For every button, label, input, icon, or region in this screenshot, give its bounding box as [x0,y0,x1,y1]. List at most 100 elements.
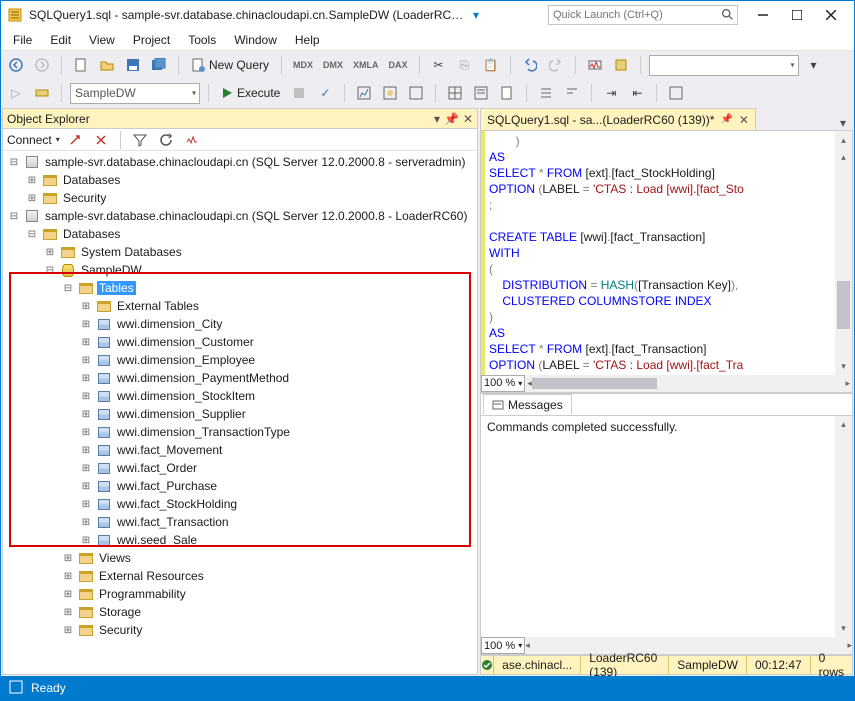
database-dropdown[interactable]: ▾ [70,83,200,104]
table-node[interactable]: wwi.dimension_Customer [3,333,477,351]
expand-toggle[interactable] [79,391,93,402]
expand-toggle[interactable] [79,463,93,474]
menu-edit[interactable]: Edit [42,31,79,49]
expand-toggle[interactable] [25,193,39,204]
mdx-button[interactable]: MDX [290,54,316,76]
filter-icon[interactable] [129,129,151,151]
databases-folder[interactable]: Databases [3,171,477,189]
connect-icon[interactable] [64,129,86,151]
expand-toggle[interactable] [61,571,75,582]
menu-view[interactable]: View [81,31,123,49]
uncomment-button[interactable] [561,82,583,104]
object-explorer-titlebar[interactable]: Object Explorer ▾ 📌 ✕ [3,109,477,129]
expand-toggle[interactable] [79,373,93,384]
db-folder[interactable]: Security [3,621,477,639]
refresh-icon[interactable] [155,129,177,151]
comment-button[interactable] [535,82,557,104]
expand-toggle[interactable] [79,499,93,510]
expand-toggle[interactable] [25,229,39,240]
stop-button[interactable] [288,82,310,104]
messages-tab[interactable]: Messages [483,394,572,414]
activity-icon[interactable] [181,129,203,151]
document-tab[interactable]: SQLQuery1.sql - sa...(LoaderRC60 (139))*… [480,108,756,130]
save-all-button[interactable] [148,54,170,76]
expand-toggle[interactable] [79,481,93,492]
expand-toggle[interactable] [79,319,93,330]
undo-button[interactable] [519,54,541,76]
quick-launch-input[interactable] [548,5,738,25]
scroll-split-icon[interactable]: ▴ [835,131,852,148]
results-grid-button[interactable] [444,82,466,104]
cut-button[interactable]: ✂ [428,54,450,76]
save-button[interactable] [122,54,144,76]
expand-toggle[interactable] [61,607,75,618]
copy-button[interactable]: ⎘ [454,54,476,76]
activity-monitor-button[interactable] [584,54,606,76]
expand-toggle[interactable] [7,211,21,222]
messages-body[interactable]: Commands completed successfully. [481,416,835,638]
table-node[interactable]: wwi.fact_Order [3,459,477,477]
open-file-button[interactable] [96,54,118,76]
table-node[interactable]: wwi.dimension_TransactionType [3,423,477,441]
expand-toggle[interactable] [43,247,57,258]
expand-toggle[interactable] [25,175,39,186]
expand-toggle[interactable] [61,625,75,636]
object-explorer-tree[interactable]: sample-svr.database.chinacloudapi.cn (SQ… [3,151,477,674]
xmla-button[interactable]: XMLA [350,54,382,76]
sql-editor[interactable]: ) AS SELECT * FROM [ext].[fact_StockHold… [480,130,853,393]
menu-project[interactable]: Project [125,31,178,49]
table-node[interactable]: wwi.dimension_City [3,315,477,333]
launch-dropdown-icon[interactable]: ▾ [473,8,479,22]
table-node[interactable]: wwi.dimension_Supplier [3,405,477,423]
specify-template-button[interactable] [665,82,687,104]
db-folder[interactable]: Storage [3,603,477,621]
parse-button[interactable]: ✓ [314,82,336,104]
include-plan-button[interactable] [353,82,375,104]
dax-button[interactable]: DAX [386,54,411,76]
redo-button[interactable] [545,54,567,76]
results-text-button[interactable] [470,82,492,104]
expand-toggle[interactable] [61,283,75,294]
messages-zoom-dropdown[interactable]: 100 %▾ [481,637,525,654]
pin-icon[interactable]: 📌 [720,114,732,125]
table-node[interactable]: wwi.dimension_Employee [3,351,477,369]
change-connection-button[interactable] [31,82,53,104]
expand-toggle[interactable] [61,553,75,564]
table-node[interactable]: wwi.fact_Movement [3,441,477,459]
messages-scrollbar[interactable]: ▴ ▾ [835,416,852,638]
paste-button[interactable]: 📋 [480,54,502,76]
connect-label[interactable]: Connect [7,133,52,147]
table-node[interactable]: wwi.fact_Purchase [3,477,477,495]
maximize-button[interactable] [780,4,814,26]
table-node[interactable]: wwi.dimension_PaymentMethod [3,369,477,387]
expand-toggle[interactable] [79,445,93,456]
vertical-scrollbar[interactable]: ▴ ▴ ▾ [835,131,852,375]
tables-folder[interactable]: Tables [3,279,477,297]
menu-help[interactable]: Help [287,31,328,49]
expand-toggle[interactable] [7,157,21,168]
find-button[interactable]: ▾ [803,54,825,76]
close-panel-icon[interactable]: ✕ [463,112,473,126]
minimize-button[interactable] [746,4,780,26]
expand-toggle[interactable] [79,301,93,312]
menu-window[interactable]: Window [226,31,285,49]
expand-toggle[interactable] [79,427,93,438]
expand-toggle[interactable] [79,337,93,348]
db-folder[interactable]: Views [3,549,477,567]
system-databases-folder[interactable]: System Databases [3,243,477,261]
dmx-button[interactable]: DMX [320,54,346,76]
expand-toggle[interactable] [79,409,93,420]
table-node[interactable]: wwi.fact_Transaction [3,513,477,531]
pin-icon[interactable]: 📌 [444,112,459,126]
outdent-button[interactable]: ⇤ [626,82,648,104]
security-folder[interactable]: Security [3,189,477,207]
db-folder[interactable]: External Resources [3,567,477,585]
database-node[interactable]: SampleDW [3,261,477,279]
expand-toggle[interactable] [79,517,93,528]
db-folder[interactable]: Programmability [3,585,477,603]
new-file-button[interactable] [70,54,92,76]
estimated-plan-button[interactable] [379,82,401,104]
server-node[interactable]: sample-svr.database.chinacloudapi.cn (SQ… [3,207,477,225]
messages-hscroll[interactable]: ◂▸ [525,640,852,651]
execute-button[interactable]: Execute [217,82,284,104]
